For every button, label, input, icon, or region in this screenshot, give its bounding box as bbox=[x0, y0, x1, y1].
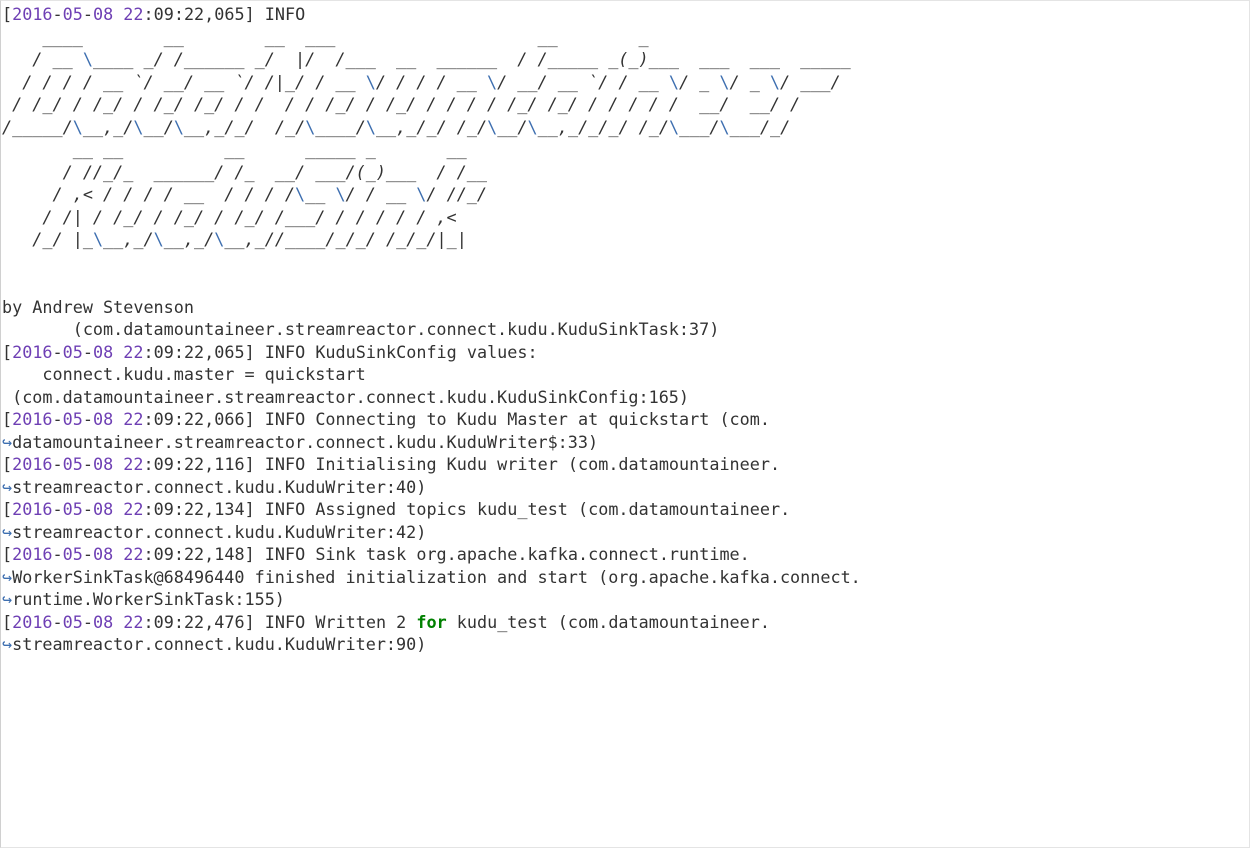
log-line: ↪streamreactor.connect.kudu.KuduWriter:4… bbox=[2, 521, 427, 542]
log-line: [2016-05-08 22:09:22,065] INFO bbox=[2, 4, 306, 24]
log-line: / / / / __ `/ __/ __ `/ /|_/ / __ \/ / /… bbox=[2, 71, 841, 92]
log-line: [2016-05-08 22:09:22,116] INFO Initialis… bbox=[2, 454, 781, 474]
log-line: ↪streamreactor.connect.kudu.KuduWriter:4… bbox=[2, 476, 427, 497]
log-line: / ,< / / / / __ / / / /\__ \/ / __ \/ //… bbox=[2, 184, 488, 204]
log-line: ____ __ __ ___ __ _ bbox=[2, 26, 649, 47]
log-line: __ __ __ _____ _ __ bbox=[2, 139, 467, 159]
log-line: [2016-05-08 22:09:22,134] INFO Assigned … bbox=[2, 499, 791, 519]
log-line: (com.datamountaineer.streamreactor.conne… bbox=[2, 386, 690, 407]
log-line: / /_/ / /_/ / /_/ /_/ / / / / /_/ / /_/ … bbox=[2, 94, 801, 114]
log-line: by Andrew Stevenson bbox=[2, 296, 194, 317]
log-line: / __ \____ _/ /______ _/ |/ /___ __ ____… bbox=[2, 49, 851, 69]
log-line: [2016-05-08 22:09:22,066] INFO Connectin… bbox=[2, 409, 770, 429]
log-line: /_____/\__,_/\__/\__,_/_/ /_/\____/\__,_… bbox=[2, 116, 791, 137]
log-line: [2016-05-08 22:09:22,476] INFO Written 2… bbox=[2, 611, 770, 632]
log-line: /_/ |_\__,_/\__,_/\__,_//____/_/_/ /_/_/… bbox=[2, 229, 467, 249]
log-line: ↪WorkerSinkTask@68496440 finished initia… bbox=[2, 566, 861, 587]
log-line: ↪datamountaineer.streamreactor.connect.k… bbox=[2, 431, 599, 452]
log-line: (com.datamountaineer.streamreactor.conne… bbox=[2, 319, 720, 339]
log-line: ↪streamreactor.connect.kudu.KuduWriter:9… bbox=[2, 634, 427, 654]
log-line: / //_/_ ______/ /_ __/ ___/(_)___ / /__ bbox=[2, 161, 487, 182]
log-line: [2016-05-08 22:09:22,065] INFO KuduSinkC… bbox=[2, 341, 538, 362]
log-line: [2016-05-08 22:09:22,148] INFO Sink task… bbox=[2, 544, 750, 564]
log-line: ↪runtime.WorkerSinkTask:155) bbox=[2, 589, 285, 609]
log-output: [2016-05-08 22:09:22,065] INFO ____ __ _… bbox=[2, 3, 861, 656]
log-line: connect.kudu.master = quickstart bbox=[2, 364, 366, 384]
code-block: [2016-05-08 22:09:22,065] INFO ____ __ _… bbox=[0, 0, 1250, 848]
log-line: / /| / /_/ / /_/ / /_/ /___/ / / / / / ,… bbox=[2, 206, 457, 227]
